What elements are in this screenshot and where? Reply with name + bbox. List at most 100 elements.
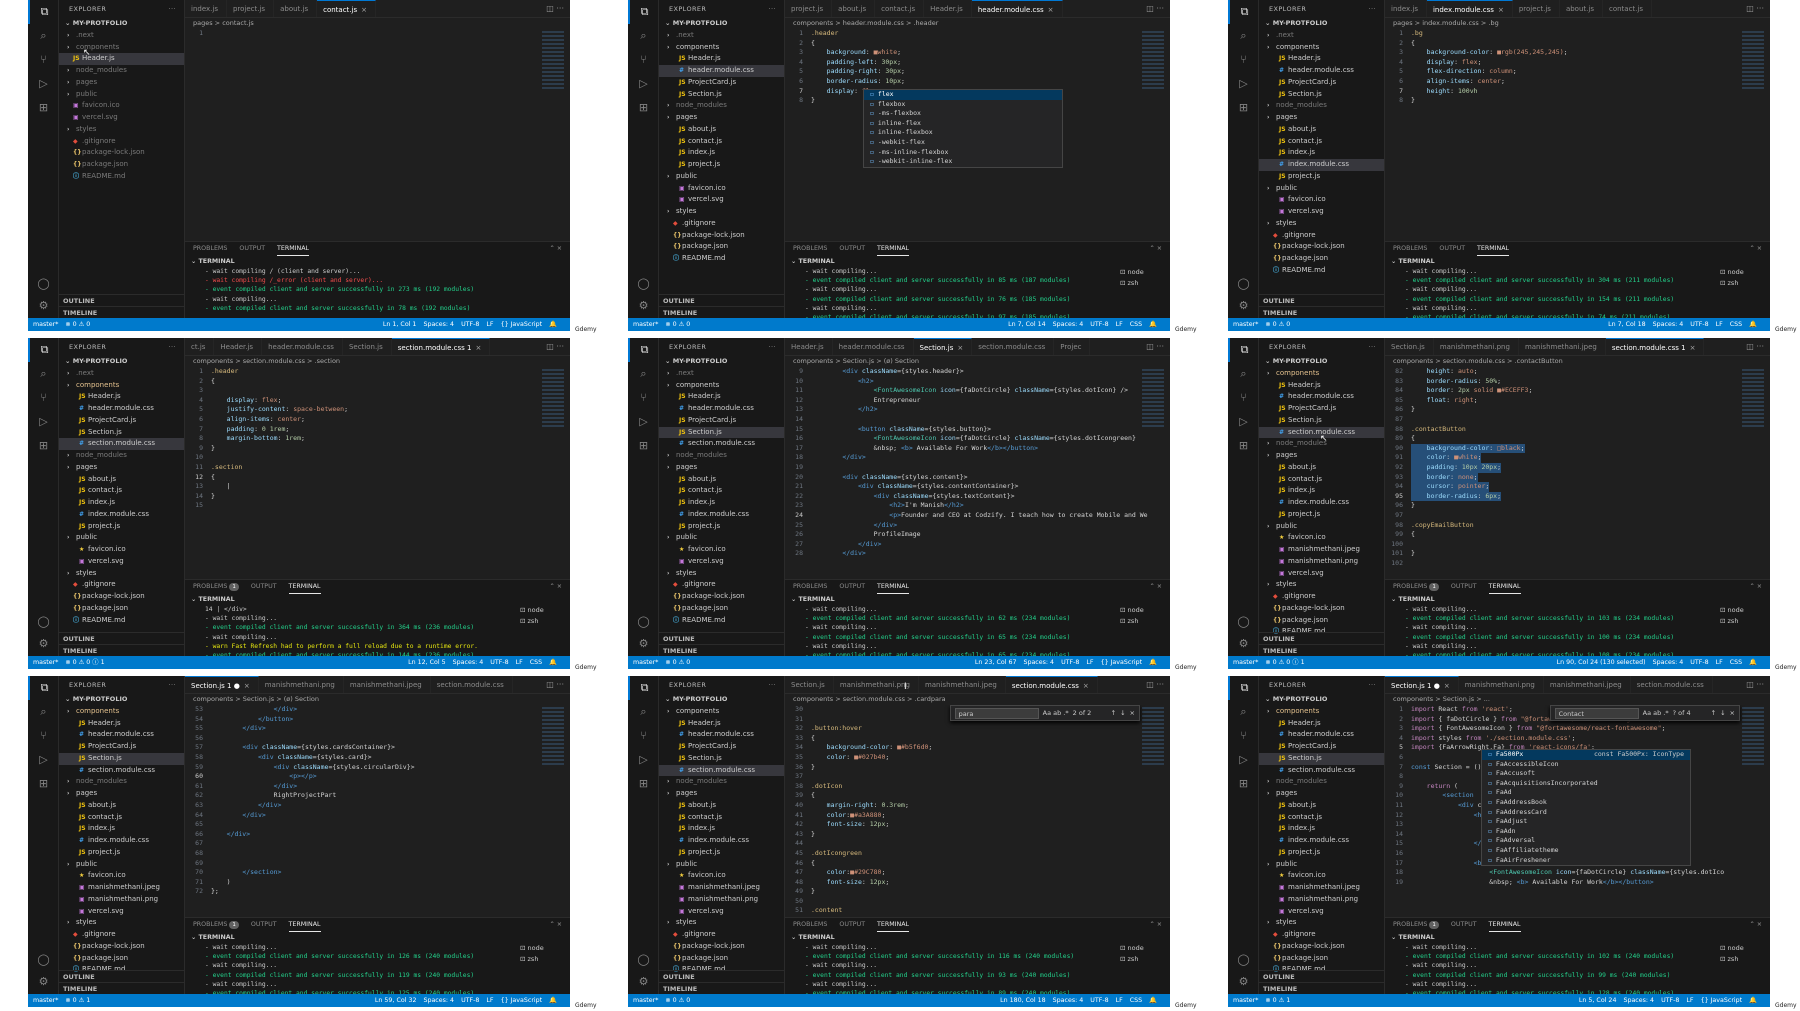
timeline-section[interactable]: TIMELINE [59,644,184,656]
more-actions-icon[interactable]: ··· [1369,0,1384,18]
panel-tab[interactable]: PROBLEMS 1 [1393,580,1439,594]
tree-item[interactable]: # index.module.css [659,509,784,521]
tree-root[interactable]: ⌄ MY-PROTFOLIO [1259,356,1384,368]
code-editor[interactable]: 1 [185,29,570,254]
status-item[interactable]: Ln 7, Col 14 [1008,321,1046,328]
tree-item[interactable]: › public [59,532,184,544]
autocomplete-item[interactable]: ▭ FaAccessibleIcon [1482,760,1690,770]
code-editor[interactable]: 9 <div className={styles.header}> 10 <h2>… [785,367,1170,592]
source-control-icon[interactable]: ⑂ [1228,724,1259,748]
tree-item[interactable]: JS ProjectCard.js [659,415,784,427]
tree-item[interactable]: JS project.js [659,521,784,533]
close-icon[interactable]: × [1444,682,1450,690]
status-item[interactable]: Ln 5, Col 24 [1579,997,1617,1004]
tree-item[interactable]: › public [59,89,184,101]
tree-item[interactable]: › .next [59,30,184,42]
match-case-icon[interactable]: Aa ab .* [1043,709,1069,717]
tree-item[interactable]: # index.module.css [1259,835,1384,847]
tree-item[interactable]: › public [1259,183,1384,195]
status-item[interactable]: LF [1116,321,1123,328]
tree-item[interactable]: ▣ vercel.svg [59,112,184,124]
extensions-icon[interactable]: ⊞ [1228,434,1259,458]
tree-item[interactable]: {}package-lock.json [1259,941,1384,953]
panel-tab[interactable]: PROBLEMS 1 [1393,918,1439,932]
tree-item[interactable]: › public [659,171,784,183]
bell-icon[interactable]: 🔔 [1749,321,1757,328]
git-branch-status[interactable]: master* [33,997,58,1004]
terminal-instance[interactable]: ⊡ node [1120,267,1170,278]
find-widget[interactable]: Contact Aa ab .*? of 4 ↑ ↓ × [1549,705,1740,721]
tree-item[interactable]: # section.module.css [659,438,784,450]
tree-item[interactable]: # index.module.css [659,835,784,847]
tree-item[interactable]: › styles [59,124,184,136]
outline-section[interactable]: OUTLINE [659,970,784,982]
tree-item[interactable]: JS ProjectCard.js [1259,403,1384,415]
status-item[interactable]: LF [1116,997,1123,1004]
tree-item[interactable]: JS project.js [1259,171,1384,183]
timeline-section[interactable]: TIMELINE [659,306,784,318]
terminal-line[interactable]: - wait compiling... [785,980,1125,989]
git-branch-status[interactable]: master* [1233,659,1258,666]
autocomplete-item[interactable]: ▭ inline-flex [864,119,1062,129]
files-icon[interactable]: ⧉ [28,338,59,362]
outline-section[interactable]: OUTLINE [659,632,784,644]
bell-icon[interactable]: 🔔 [1149,659,1157,666]
tree-item[interactable]: JS contact.js [1259,136,1384,148]
tree-item[interactable]: ★ favicon.ico [659,544,784,556]
terminal-line[interactable]: - wait compiling... [1385,980,1725,989]
gear-icon[interactable]: ⚙ [1228,971,1259,993]
tree-item[interactable]: JS Section.js [1259,415,1384,427]
status-item[interactable]: CSS [1730,659,1742,666]
tree-root[interactable]: ⌄ MY-PROTFOLIO [59,18,184,30]
terminal-instance[interactable]: ⊡ zsh [1720,278,1770,289]
tree-item[interactable]: JS index.js [59,497,184,509]
panel-tab[interactable]: TERMINAL [1477,242,1510,256]
split-editor-icon[interactable]: ◫ ··· [540,676,570,693]
tree-item[interactable]: JS Header.js [659,53,784,65]
tree-item[interactable]: › styles [659,568,784,580]
autocomplete-item[interactable]: ▭ FaAd [1482,788,1690,798]
split-editor-icon[interactable]: ◫ ··· [1140,0,1170,17]
source-control-icon[interactable]: ⑂ [628,386,659,410]
tree-item[interactable]: › styles [1259,218,1384,230]
status-item[interactable]: LF [1716,321,1723,328]
panel-tab[interactable]: TERMINAL [877,918,910,932]
tree-item[interactable]: JS project.js [1259,509,1384,521]
terminal-line[interactable]: - wait compiling... [1385,267,1725,276]
run-debug-icon[interactable]: ▷ [28,410,59,434]
files-icon[interactable]: ⧉ [628,0,659,24]
timeline-section[interactable]: TIMELINE [59,306,184,318]
bell-icon[interactable]: 🔔 [1749,997,1757,1004]
source-control-icon[interactable]: ⑂ [1228,386,1259,410]
tree-item[interactable]: {}package-lock.json [1259,603,1384,615]
terminal-line[interactable]: - wait compiling... [185,980,525,989]
tree-item[interactable]: ⓘ README.md [59,615,184,627]
tree-item[interactable]: › components [59,380,184,392]
extensions-icon[interactable]: ⊞ [628,772,659,796]
tree-item[interactable]: › public [1259,521,1384,533]
autocomplete-item[interactable]: ▭ Fa500Px const Fa500Px: IconType [1482,750,1690,760]
autocomplete-item[interactable]: ▭ FaAffiliatetheme [1482,846,1690,856]
terminal-instance[interactable]: ⊡ node [1720,943,1770,954]
status-item[interactable]: UTF-8 [461,997,479,1004]
tree-item[interactable]: # section.module.css [659,764,784,777]
minimap[interactable] [542,31,564,91]
tree-item[interactable]: ▣ vercel.svg [1259,568,1384,580]
editor-tab[interactable]: about.js [832,0,876,17]
terminal-line[interactable]: - wait compiling... [185,633,525,642]
tree-item[interactable]: # header.module.css [659,403,784,415]
bell-icon[interactable]: 🔔 [1149,321,1157,328]
autocomplete-item[interactable]: ▭ -webkit-flex [864,138,1062,148]
terminal-line[interactable]: - event compiled client and server succe… [1385,295,1725,304]
status-item[interactable]: {} JavaScript [501,997,543,1004]
outline-section[interactable]: OUTLINE [1259,970,1384,982]
terminal-instance[interactable]: ⊡ node [1120,605,1170,616]
autocomplete-item[interactable]: ▭ flex [864,90,1062,100]
timeline-section[interactable]: TIMELINE [659,982,784,994]
extensions-icon[interactable]: ⊞ [28,434,59,458]
status-item[interactable]: {} JavaScript [1101,659,1143,666]
more-actions-icon[interactable]: ··· [769,0,784,18]
tree-item[interactable]: › pages [659,462,784,474]
search-icon[interactable]: ⌕ [1228,362,1259,386]
status-item[interactable]: Spaces: 4 [1653,321,1684,328]
